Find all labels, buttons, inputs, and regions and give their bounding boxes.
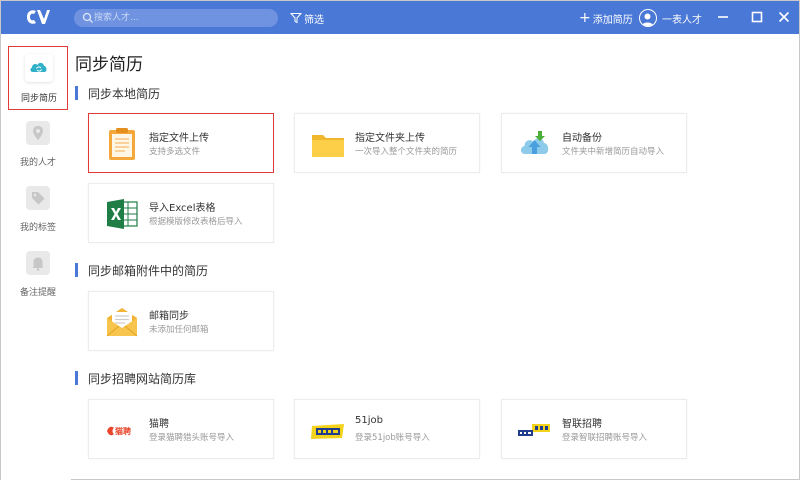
card-subtitle: 支持多选文件	[149, 147, 201, 157]
envelope-icon	[106, 308, 138, 337]
card-title: 51job	[355, 415, 383, 426]
sidebar-item-label: 我的人才	[19, 158, 56, 168]
section-marker	[75, 263, 78, 277]
sidebar-icon-box	[25, 54, 53, 82]
card-subtitle: 登录51job账号导入	[355, 433, 430, 443]
search-icon	[82, 12, 93, 23]
cloud-upload-icon	[520, 131, 549, 154]
sidebar-item-reminders[interactable]: 备注提醒	[8, 242, 68, 306]
51job-logo-icon	[311, 424, 344, 439]
user-icon	[641, 13, 654, 26]
card-title: 指定文件夹上传	[355, 133, 425, 144]
close-icon[interactable]	[776, 9, 792, 25]
avatar	[639, 9, 657, 27]
add-resume-button[interactable]: + 添加简历	[579, 10, 633, 26]
sidebar-icon-box	[26, 251, 50, 275]
maopin-logo-icon: 猫聘	[107, 426, 131, 436]
card-title: 猫聘	[149, 419, 169, 430]
add-resume-label: 添加简历	[592, 14, 633, 26]
card-import-excel[interactable]: 导入Excel表格 根据模版修改表格后导入	[88, 183, 274, 243]
sidebar-item-my-talent[interactable]: 我的人才	[8, 112, 68, 176]
zhaopin-logo-icon	[518, 424, 550, 436]
card-subtitle: 未添加任何邮箱	[149, 325, 209, 335]
card-title: 智联招聘	[562, 419, 602, 430]
section-header-job-sites: 同步招聘网站简历库	[75, 371, 197, 386]
tag-icon	[32, 192, 45, 205]
search-box[interactable]	[74, 9, 278, 27]
search-input[interactable]	[94, 9, 270, 27]
section-marker	[75, 86, 78, 100]
card-title: 自动备份	[562, 133, 602, 144]
sidebar-item-my-tags[interactable]: 我的标签	[8, 177, 68, 241]
user-name: 一表人才	[662, 14, 702, 26]
section-title: 同步招聘网站简历库	[88, 371, 197, 386]
card-title: 邮箱同步	[149, 311, 189, 322]
card-subtitle: 根据模版修改表格后导入	[149, 217, 243, 227]
card-subtitle: 一次导入整个文件夹的简历	[355, 147, 458, 157]
filter-button[interactable]: 筛选	[290, 10, 324, 26]
sidebar-item-label: 我的标签	[19, 223, 56, 233]
page-title: 同步简历	[75, 55, 143, 75]
sidebar-item-label: 同步简历	[20, 94, 57, 104]
filter-label: 筛选	[304, 14, 324, 26]
filter-icon	[290, 13, 302, 24]
card-title: 导入Excel表格	[149, 203, 216, 214]
section-marker	[75, 371, 78, 385]
card-51job[interactable]: 51job 登录51job账号导入	[294, 399, 480, 459]
top-bar: 筛选 + 添加简历 一表人才	[1, 1, 799, 34]
sidebar-icon-box	[26, 186, 50, 210]
user-menu[interactable]: 一表人才	[639, 8, 702, 28]
svg-text:猫聘: 猫聘	[114, 426, 131, 436]
folder-icon	[312, 135, 344, 157]
document-icon	[109, 128, 135, 160]
section-title: 同步邮箱附件中的简历	[88, 263, 209, 278]
maximize-icon[interactable]	[749, 9, 765, 25]
app-logo-icon[interactable]	[25, 8, 51, 26]
cloud-sync-icon	[30, 62, 47, 72]
card-title: 指定文件上传	[149, 133, 209, 144]
location-pin-icon	[33, 126, 43, 140]
section-title: 同步本地简历	[88, 86, 161, 101]
card-maopin[interactable]: 猫聘 猫聘 登录猫聘猎头账号导入	[88, 399, 274, 459]
sidebar: 同步简历 我的人才 我的标签 备注提醒	[1, 34, 71, 480]
card-upload-folder[interactable]: 指定文件夹上传 一次导入整个文件夹的简历	[294, 113, 480, 173]
plus-icon: +	[579, 10, 591, 26]
card-subtitle: 登录猫聘猎头账号导入	[149, 433, 235, 443]
section-header-local: 同步本地简历	[75, 86, 161, 101]
card-email-sync[interactable]: 邮箱同步 未添加任何邮箱	[88, 291, 274, 351]
card-upload-files[interactable]: 指定文件上传 支持多选文件	[88, 113, 274, 173]
sidebar-item-sync-resume[interactable]: 同步简历	[8, 46, 68, 110]
card-auto-backup[interactable]: 自动备份 文件夹中新增简历自动导入	[501, 113, 687, 173]
bell-icon	[32, 257, 44, 271]
card-zhaopin[interactable]: 智联招聘 登录智联招聘账号导入	[501, 399, 687, 459]
card-subtitle: 文件夹中新增简历自动导入	[562, 147, 665, 157]
section-header-email: 同步邮箱附件中的简历	[75, 263, 209, 278]
card-subtitle: 登录智联招聘账号导入	[562, 433, 648, 443]
sidebar-item-label: 备注提醒	[19, 288, 56, 298]
minimize-icon[interactable]	[715, 9, 731, 25]
sidebar-icon-box	[26, 121, 50, 145]
excel-icon	[107, 199, 138, 229]
